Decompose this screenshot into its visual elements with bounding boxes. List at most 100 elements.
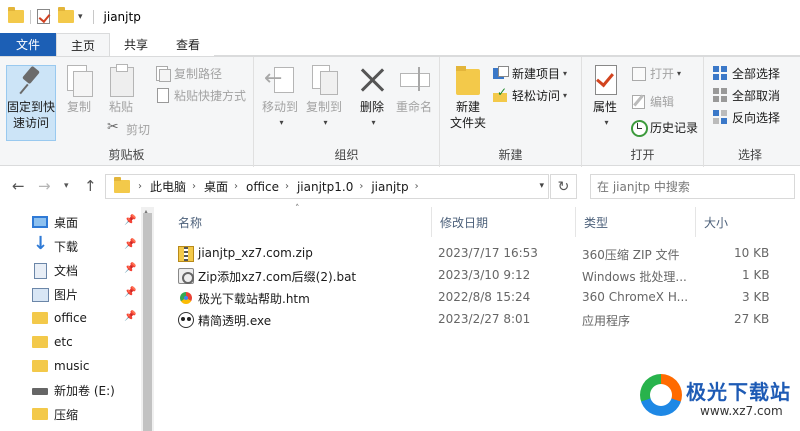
pin-to-quick-access-button[interactable]: 固定到快 速访问 [6, 63, 56, 131]
select-all-icon [712, 65, 728, 81]
invert-selection-button[interactable]: 反向选择 [712, 107, 780, 127]
new-folder-button[interactable]: 新建 文件夹 [446, 63, 490, 131]
easy-access-button[interactable]: 轻松访问 ▾ [492, 85, 567, 105]
file-name: jianjtp_xz7.com.zip [198, 246, 313, 260]
chevron-right-icon[interactable]: › [285, 181, 289, 192]
table-row[interactable]: 精简透明.exe 2023/2/27 8:01 应用程序 27 KB [168, 309, 788, 331]
folder-icon [8, 7, 24, 23]
refresh-icon: ↻ [557, 178, 570, 195]
pin-label-line2: 速访问 [12, 116, 49, 130]
chevron-right-icon[interactable]: › [192, 181, 196, 192]
copy-path-button[interactable]: 复制路径 [154, 63, 222, 83]
column-header-type[interactable]: 类型 [576, 207, 696, 237]
documents-icon [32, 263, 48, 279]
clipboard-group: 固定到快 速访问 复制 粘贴 复制路径 粘贴快捷方式 剪切 剪贴板 [0, 57, 254, 167]
new-item-button[interactable]: 新建项目 ▾ [492, 63, 567, 83]
nav-item-documents[interactable]: 文档 📌 [0, 258, 140, 282]
organize-group: 移动到 ▾ 复制到 ▾ 删除 ▾ 重命名 组织 [254, 57, 440, 167]
search-input[interactable]: 在 jianjtp 中搜索 [590, 174, 795, 199]
folder-icon [32, 408, 48, 420]
nav-item-etc[interactable]: etc [0, 330, 140, 354]
rename-icon [398, 63, 430, 97]
select-none-button[interactable]: 全部取消 [712, 85, 780, 105]
chevron-right-icon[interactable]: › [415, 181, 419, 192]
folder-icon [114, 177, 130, 193]
history-icon [630, 119, 648, 137]
breadcrumb-this-pc[interactable]: 此电脑 [150, 178, 186, 195]
scissors-icon [106, 119, 122, 137]
file-name: 极光下载站帮助.htm [198, 292, 310, 306]
nav-item-music[interactable]: music [0, 354, 140, 378]
breadcrumb-jianjtp[interactable]: jianjtp [371, 180, 408, 194]
nav-item-compress[interactable]: 压缩 [0, 402, 140, 426]
breadcrumb-jianjtp1[interactable]: jianjtp1.0 [297, 180, 353, 194]
file-size: 27 KB [734, 312, 770, 326]
site-logo-icon [640, 374, 682, 416]
file-date: 2023/3/10 9:12 [438, 268, 531, 282]
tab-file[interactable]: 文件 [0, 33, 57, 56]
paste-shortcut-icon [154, 87, 170, 103]
pin-icon: 📌 [124, 239, 137, 250]
tab-home[interactable]: 主页 [56, 33, 111, 56]
scrollbar-thumb[interactable] [143, 213, 152, 431]
watermark-url: www.xz7.com [700, 404, 783, 418]
nav-item-pictures[interactable]: 图片 📌 [0, 282, 140, 306]
breadcrumb-desktop[interactable]: 桌面 [204, 178, 228, 195]
desktop-icon [32, 216, 48, 228]
breadcrumb-office[interactable]: office [246, 180, 279, 194]
nav-item-downloads[interactable]: 下载 📌 [0, 233, 140, 258]
column-header-size[interactable]: 大小 [696, 207, 776, 237]
folder-icon [32, 360, 48, 372]
chevron-down-icon: ▾ [323, 118, 328, 127]
refresh-button[interactable]: ↻ [550, 174, 577, 199]
address-bar[interactable]: › 此电脑 › 桌面 › office › jianjtp1.0 › jianj… [105, 174, 549, 199]
cut-button[interactable]: 剪切 [106, 119, 150, 139]
pin-icon: 📌 [124, 215, 137, 226]
back-icon[interactable]: ← [12, 177, 25, 195]
easy-access-icon [492, 85, 508, 103]
nav-item-drive-e[interactable]: 新加卷 (E:) [0, 378, 140, 402]
table-row[interactable]: jianjtp_xz7.com.zip 2023/7/17 16:53 360压… [168, 243, 788, 265]
select-all-button[interactable]: 全部选择 [712, 63, 780, 83]
tab-share[interactable]: 共享 [110, 33, 162, 56]
chevron-right-icon[interactable]: › [359, 181, 363, 192]
move-to-icon [264, 63, 296, 97]
chevron-right-icon[interactable]: › [234, 181, 238, 192]
paste-button[interactable]: 粘贴 [104, 63, 138, 115]
nav-pane-scrollbar[interactable]: ▴ [141, 207, 154, 431]
file-type: Windows 批处理... [582, 270, 687, 284]
recent-locations-icon[interactable]: ▾ [64, 181, 69, 191]
bat-icon [178, 268, 194, 284]
chevron-down-icon: ▾ [604, 118, 609, 127]
properties-quick-icon[interactable] [37, 9, 50, 24]
copy-to-button[interactable]: 复制到 ▾ [304, 63, 344, 131]
history-button[interactable]: 历史记录 [630, 117, 698, 137]
tab-view[interactable]: 查看 [162, 33, 214, 56]
table-row[interactable]: 极光下载站帮助.htm 2022/8/8 15:24 360 ChromeX H… [168, 287, 788, 309]
nav-item-desktop[interactable]: 桌面 📌 [0, 210, 140, 234]
paste-shortcut-button[interactable]: 粘贴快捷方式 [154, 85, 246, 105]
up-icon[interactable]: ↑ [84, 177, 97, 195]
nav-item-office[interactable]: office 📌 [0, 306, 140, 330]
rename-button[interactable]: 重命名 [392, 63, 436, 115]
copy-path-icon [154, 65, 171, 82]
column-header-name[interactable]: ˄ 名称 [160, 204, 432, 237]
pin-icon: 📌 [124, 263, 137, 274]
properties-button[interactable]: 属性 ▾ [588, 63, 622, 131]
table-row[interactable]: Zip添加xz7.com后缀(2).bat 2023/3/10 9:12 Win… [168, 265, 788, 287]
quick-access-dropdown-icon[interactable]: ▾ [78, 12, 83, 22]
file-type: 360 ChromeX H... [582, 290, 689, 304]
select-group: 全部选择 全部取消 反向选择 选择 [704, 57, 796, 167]
chrome-icon [178, 290, 194, 306]
address-dropdown-icon[interactable]: ▾ [539, 181, 544, 191]
edit-button[interactable]: 编辑 [630, 91, 674, 111]
copy-button[interactable]: 复制 [62, 63, 96, 115]
properties-icon [589, 63, 621, 97]
delete-button[interactable]: 删除 ▾ [354, 63, 390, 131]
open-button[interactable]: 打开 ▾ [630, 63, 681, 83]
move-to-button[interactable]: 移动到 ▾ [260, 63, 300, 131]
forward-icon[interactable]: → [38, 177, 51, 195]
file-date: 2023/7/17 16:53 [438, 246, 538, 260]
new-folder-quick-icon[interactable] [58, 7, 74, 23]
column-header-date[interactable]: 修改日期 [432, 207, 576, 237]
